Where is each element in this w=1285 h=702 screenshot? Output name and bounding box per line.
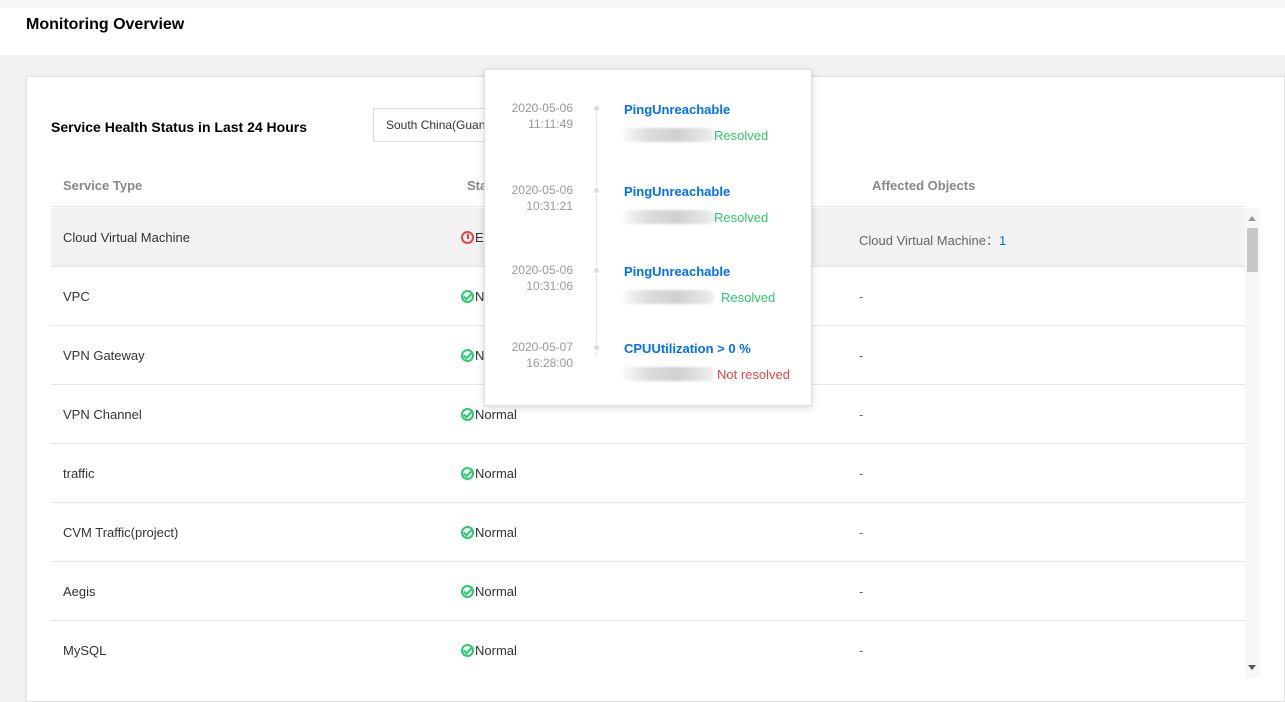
affected-objects-cell: - [859, 407, 863, 422]
timeline-dot-icon [592, 104, 601, 113]
check-circle-icon [461, 644, 474, 657]
timeline-event: 2020-05-06 10:31:21 PingUnreachable Resolve… [485, 182, 813, 262]
affected-objects-cell: - [859, 466, 863, 481]
event-time: 16:28:00 [526, 356, 573, 370]
status-cell: Normal [461, 584, 517, 599]
service-type-cell: VPN Gateway [63, 348, 145, 363]
redacted-object [622, 128, 714, 142]
scroll-up-icon[interactable] [1248, 216, 1256, 221]
affected-label: - [859, 584, 864, 599]
check-circle-icon [461, 290, 474, 303]
event-date: 2020-05-06 [511, 263, 573, 277]
check-circle-icon [461, 349, 474, 362]
event-state: Resolved [714, 128, 769, 143]
affected-label: - [859, 407, 864, 422]
page-title: Monitoring Overview [26, 16, 185, 33]
scroll-down-icon[interactable] [1248, 665, 1256, 670]
event-state: Resolved [721, 290, 776, 305]
event-timeline-popup: 2020-05-06 11:11:49 PingUnreachable Resolve… [484, 69, 812, 406]
column-header-service-type: Service Type [63, 178, 143, 193]
service-type-cell: CVM Traffic(project) [63, 525, 179, 540]
status-label: Normal [475, 466, 517, 481]
affected-label: - [859, 525, 864, 540]
check-circle-icon [461, 467, 474, 480]
status-cell: Normal [461, 525, 517, 540]
timeline-event: 2020-05-06 11:11:49 PingUnreachable Resolve… [485, 100, 813, 180]
scrollbar-thumb[interactable] [1247, 228, 1258, 272]
event-time: 10:31:06 [526, 279, 573, 293]
check-circle-icon [461, 585, 474, 598]
error-icon [461, 231, 474, 244]
redacted-object [622, 367, 714, 381]
table-row[interactable]: traffic Normal - [51, 444, 1245, 503]
event-timestamp: 2020-05-06 10:31:06 [512, 262, 573, 294]
service-type-cell: traffic [63, 466, 95, 481]
redacted-object [622, 290, 714, 304]
affected-label: - [859, 348, 864, 363]
redacted-object [622, 210, 714, 224]
affected-objects-cell: - [859, 289, 863, 304]
event-state: Not resolved [717, 367, 790, 382]
status-cell: Normal [461, 643, 517, 658]
event-date: 2020-05-06 [511, 183, 573, 197]
timeline-dot-icon [592, 343, 601, 352]
event-timestamp: 2020-05-06 11:11:49 [512, 100, 573, 132]
timeline-dot-icon [592, 186, 601, 195]
service-type-cell: MySQL [63, 643, 107, 658]
table-scrollbar[interactable] [1245, 208, 1260, 678]
table-row[interactable]: CVM Traffic(project) Normal - [51, 503, 1245, 562]
affected-objects-cell: - [859, 348, 863, 363]
event-title-link[interactable]: CPUUtilization > 0 % [624, 341, 751, 356]
timeline-dot-icon [592, 266, 601, 275]
event-time: 11:11:49 [528, 117, 573, 131]
event-state: Resolved [714, 210, 769, 225]
column-header-affected-objects: Affected Objects [872, 178, 976, 193]
service-type-cell: VPN Channel [63, 407, 142, 422]
page-header: Monitoring Overview [0, 0, 1285, 55]
affected-label: - [859, 643, 864, 658]
event-title-link[interactable]: PingUnreachable [624, 264, 730, 279]
affected-label: - [859, 289, 864, 304]
affected-objects-cell: - [859, 584, 863, 599]
section-title: Service Health Status in Last 24 Hours [51, 119, 307, 135]
status-label: Normal [475, 643, 517, 658]
timeline-event: 2020-05-07 16:28:00 CPUUtilization > 0 % No… [485, 339, 813, 419]
table-row[interactable]: Aegis Normal - [51, 562, 1245, 621]
event-date: 2020-05-07 [511, 340, 573, 354]
affected-label: Cloud Virtual Machine： [859, 233, 999, 248]
event-timestamp: 2020-05-07 16:28:00 [512, 339, 573, 371]
status-label: Normal [475, 584, 517, 599]
check-circle-icon [461, 526, 474, 539]
timeline-event: 2020-05-06 10:31:06 PingUnreachable Resolve… [485, 262, 813, 342]
service-type-cell: Aegis [63, 584, 96, 599]
event-time: 10:31:21 [526, 199, 573, 213]
status-cell: Normal [461, 466, 517, 481]
affected-objects-cell: - [859, 643, 863, 658]
service-type-cell: VPC [63, 289, 90, 304]
event-date: 2020-05-06 [511, 101, 573, 115]
affected-objects-cell: - [859, 525, 863, 540]
table-row[interactable]: MySQL Normal - [51, 621, 1245, 678]
event-title-link[interactable]: PingUnreachable [624, 102, 730, 117]
affected-label: - [859, 466, 864, 481]
affected-count-link[interactable]: 1 [999, 233, 1006, 248]
affected-objects-cell: Cloud Virtual Machine：1 [859, 230, 1006, 249]
event-timestamp: 2020-05-06 10:31:21 [512, 182, 573, 214]
status-label: Normal [475, 525, 517, 540]
region-select[interactable]: South China(Guangzhou) [373, 108, 493, 142]
check-circle-icon [461, 408, 474, 421]
event-title-link[interactable]: PingUnreachable [624, 184, 730, 199]
service-type-cell: Cloud Virtual Machine [63, 230, 190, 245]
